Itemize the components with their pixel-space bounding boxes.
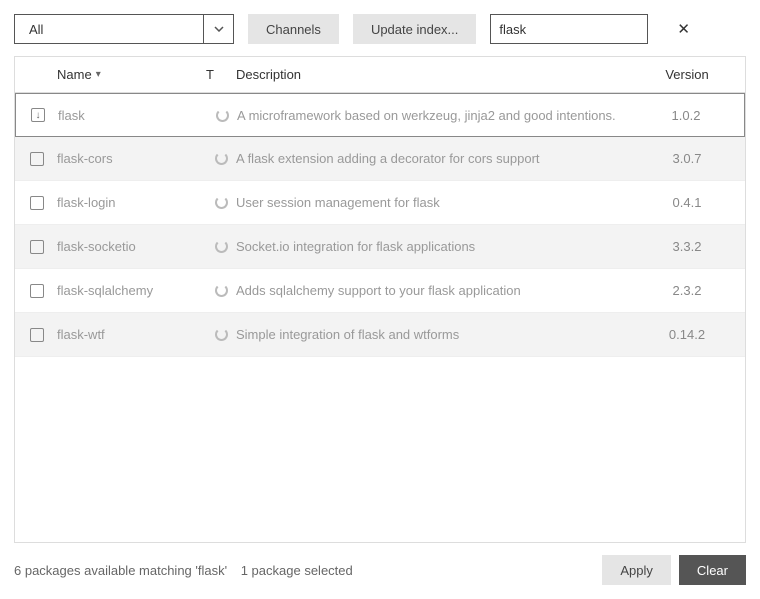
package-description: Socket.io integration for flask applicat…: [236, 239, 637, 254]
table-row[interactable]: flask-sqlalchemy Adds sqlalchemy support …: [15, 269, 745, 313]
filter-dropdown[interactable]: All: [14, 14, 234, 44]
checkbox[interactable]: [30, 328, 44, 342]
filter-dropdown-label: All: [15, 15, 203, 43]
packages-table: Name ▾ T Description Version ↓ flask A mic…: [14, 56, 746, 543]
loading-icon: [215, 284, 228, 297]
package-name: flask-sqlalchemy: [51, 283, 206, 298]
checkbox[interactable]: [30, 240, 44, 254]
package-name: flask: [52, 108, 207, 123]
package-name: flask-login: [51, 195, 206, 210]
loading-icon: [215, 152, 228, 165]
loading-icon: [216, 109, 229, 122]
table-row[interactable]: ↓ flask A microframework based on werkzeug…: [15, 93, 745, 137]
close-icon[interactable]: ✕: [675, 20, 692, 38]
table-row[interactable]: flask-login User session management for f…: [15, 181, 745, 225]
table-header: Name ▾ T Description Version: [15, 57, 745, 93]
checkbox[interactable]: [30, 284, 44, 298]
package-version: 0.14.2: [637, 327, 737, 342]
apply-button[interactable]: Apply: [602, 555, 671, 585]
footer-bar: 6 packages available matching 'flask' 1 …: [14, 543, 746, 585]
sort-indicator-icon: ▾: [96, 69, 101, 80]
package-version: 3.3.2: [637, 239, 737, 254]
clear-button[interactable]: Clear: [679, 555, 746, 585]
package-description: A microframework based on werkzeug, jinj…: [237, 108, 636, 123]
column-header-name[interactable]: Name ▾: [51, 67, 206, 82]
package-name: flask-cors: [51, 151, 206, 166]
checkbox[interactable]: [30, 196, 44, 210]
package-description: Simple integration of flask and wtforms: [236, 327, 637, 342]
package-description: Adds sqlalchemy support to your flask ap…: [236, 283, 637, 298]
table-row[interactable]: flask-cors A flask extension adding a dec…: [15, 137, 745, 181]
toolbar: All Channels Update index... ✕: [14, 14, 746, 44]
table-body: ↓ flask A microframework based on werkzeug…: [15, 93, 745, 542]
column-header-version[interactable]: Version: [637, 67, 737, 82]
column-header-t[interactable]: T: [206, 67, 236, 82]
column-header-description[interactable]: Description: [236, 67, 637, 82]
package-name: flask-socketio: [51, 239, 206, 254]
chevron-down-icon[interactable]: [203, 15, 233, 43]
loading-icon: [215, 328, 228, 341]
table-row[interactable]: flask-wtf Simple integration of flask and…: [15, 313, 745, 357]
search-input[interactable]: [499, 22, 675, 37]
loading-icon: [215, 240, 228, 253]
download-icon[interactable]: ↓: [31, 108, 45, 122]
update-index-button[interactable]: Update index...: [353, 14, 476, 44]
package-description: User session management for flask: [236, 195, 637, 210]
package-version: 3.0.7: [637, 151, 737, 166]
package-description: A flask extension adding a decorator for…: [236, 151, 637, 166]
package-version: 0.4.1: [637, 195, 737, 210]
search-box: ✕: [490, 14, 648, 44]
package-version: 1.0.2: [636, 108, 736, 123]
status-text: 6 packages available matching 'flask' 1 …: [14, 563, 594, 578]
checkbox[interactable]: [30, 152, 44, 166]
loading-icon: [215, 196, 228, 209]
package-version: 2.3.2: [637, 283, 737, 298]
channels-button[interactable]: Channels: [248, 14, 339, 44]
table-row[interactable]: flask-socketio Socket.io integration for …: [15, 225, 745, 269]
package-name: flask-wtf: [51, 327, 206, 342]
